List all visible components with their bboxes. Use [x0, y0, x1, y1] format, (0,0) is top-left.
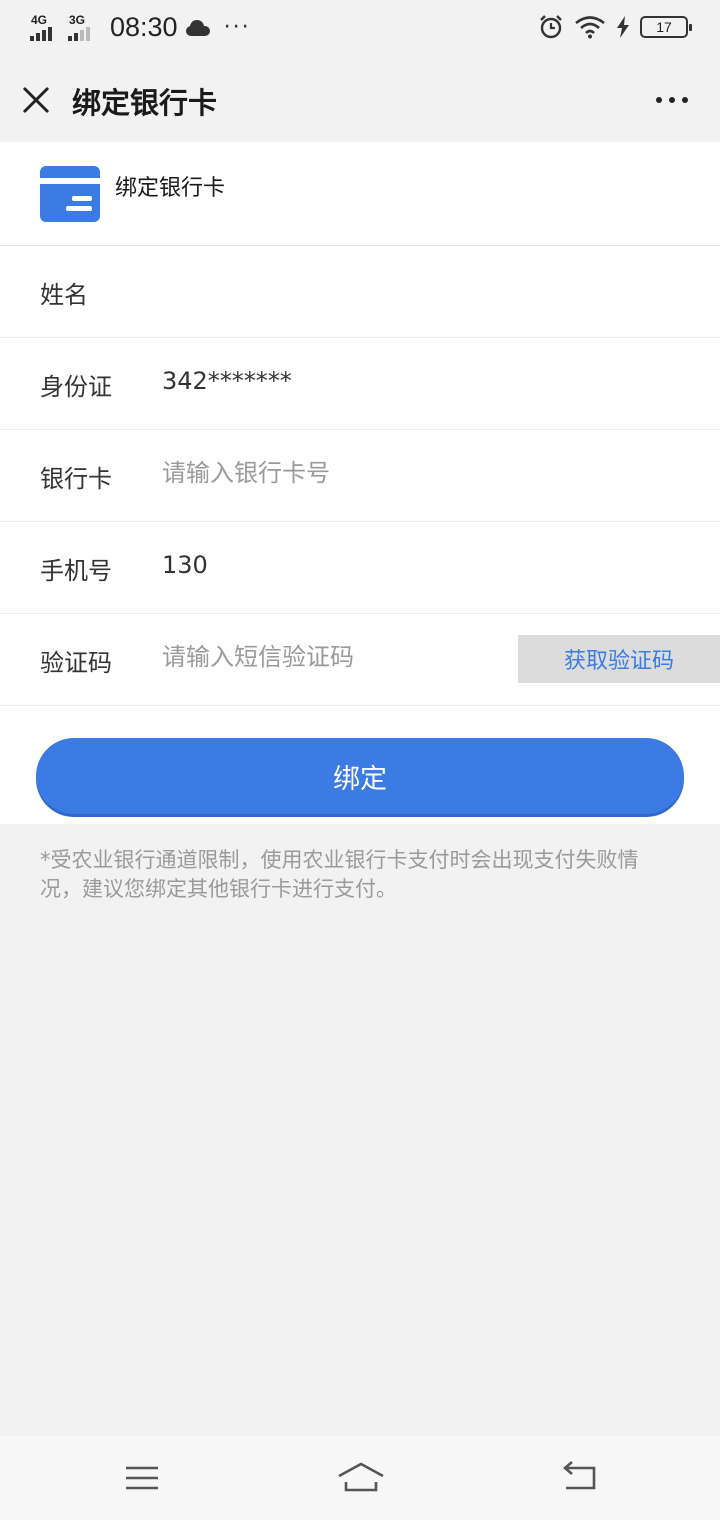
bind-card-form: 姓名 身份证 342******* 银行卡 手机号 130 验证码 获取验证码: [0, 246, 720, 706]
get-code-button[interactable]: 获取验证码: [518, 635, 720, 683]
cloud-icon: [185, 19, 210, 36]
bind-button[interactable]: 绑定: [36, 738, 684, 814]
status-bar: 4G 3G 08:30 ··· 17: [0, 0, 720, 58]
notice-text: *受农业银行通道限制，使用农业银行卡支付时会出现支付失败情况，建议您绑定其他银行…: [40, 848, 639, 901]
id-card-label: 身份证: [40, 373, 112, 401]
back-icon[interactable]: [560, 1460, 600, 1496]
bank-card-row[interactable]: 银行卡: [0, 430, 720, 522]
status-time: 08:30: [110, 12, 178, 42]
id-card-value[interactable]: 342*******: [162, 367, 292, 395]
menu-icon[interactable]: [122, 1460, 162, 1496]
battery-level: 17: [656, 19, 672, 35]
code-row[interactable]: 验证码 获取验证码: [0, 614, 720, 706]
phone-label: 手机号: [40, 557, 112, 585]
more-options-icon[interactable]: [648, 80, 696, 120]
bank-card-input[interactable]: [162, 459, 502, 487]
signal-3g-icon: 3G: [68, 13, 102, 43]
phone-value[interactable]: 130: [162, 551, 208, 579]
submit-area: 绑定: [0, 706, 720, 824]
notification-more: ···: [223, 15, 251, 40]
bank-card-label: 银行卡: [40, 465, 112, 493]
phone-row[interactable]: 手机号 130: [0, 522, 720, 614]
network-type-2: 3G: [69, 12, 86, 27]
network-type-1: 4G: [31, 12, 48, 27]
bank-card-header: 绑定银行卡: [0, 142, 720, 246]
section-title: 绑定银行卡: [115, 176, 226, 201]
code-input[interactable]: [162, 643, 502, 671]
navigation-bar: 绑定银行卡: [0, 58, 720, 142]
name-row[interactable]: 姓名: [0, 246, 720, 338]
system-navigation-bar: [0, 1436, 720, 1520]
bank-card-icon: [40, 166, 100, 222]
alarm-icon: [540, 15, 562, 39]
code-label: 验证码: [40, 649, 112, 677]
signal-4g-icon: 4G: [30, 13, 64, 43]
name-label: 姓名: [40, 281, 88, 309]
home-icon[interactable]: [336, 1460, 386, 1496]
id-card-row[interactable]: 身份证 342*******: [0, 338, 720, 430]
page-title: 绑定银行卡: [72, 86, 218, 120]
wifi-icon: [575, 16, 605, 39]
charging-icon: [617, 16, 629, 38]
close-icon[interactable]: [14, 78, 58, 122]
battery-icon: 17: [640, 16, 692, 38]
